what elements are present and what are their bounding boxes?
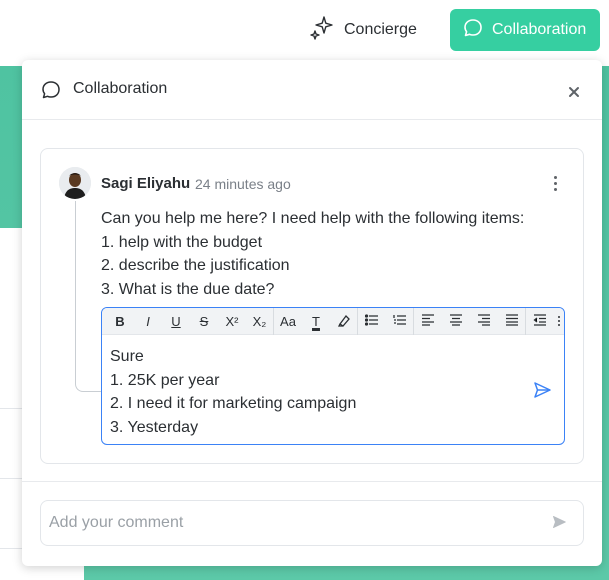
highlight-icon xyxy=(337,313,351,330)
align-center-icon xyxy=(449,313,463,329)
align-right-icon xyxy=(477,313,491,329)
outdent-button[interactable] xyxy=(526,308,554,335)
strikethrough-button[interactable]: S xyxy=(190,308,218,335)
more-options-icon[interactable] xyxy=(545,171,565,195)
comment-card: Sagi Eliyahu 24 minutes ago Can you help… xyxy=(40,148,584,464)
reply-line: Sure xyxy=(110,348,144,365)
comment-line: 3. What is the due date? xyxy=(101,280,275,298)
panel-title: Collaboration xyxy=(73,80,168,97)
comment-author[interactable]: Sagi Eliyahu xyxy=(101,175,190,192)
align-right-button[interactable] xyxy=(470,308,498,335)
bulleted-list-button[interactable] xyxy=(358,308,386,335)
chat-bubble-icon xyxy=(40,79,62,106)
top-bar: Concierge Collaboration xyxy=(0,0,609,62)
reply-text[interactable]: Sure 1. 25K per year 2. I need it for ma… xyxy=(110,345,356,439)
outdent-icon xyxy=(533,313,547,329)
comment-line: Can you help me here? I need help with t… xyxy=(101,210,525,227)
divider xyxy=(22,481,602,482)
comment-body: Can you help me here? I need help with t… xyxy=(101,207,524,301)
collaboration-label: Collaboration xyxy=(492,21,587,38)
panel-header: Collaboration xyxy=(22,60,602,120)
editor-toolbar: B I U S X² X₂ Aa T xyxy=(102,308,564,335)
add-comment-input[interactable] xyxy=(49,511,529,535)
collaboration-button[interactable]: Collaboration xyxy=(450,9,600,51)
align-left-icon xyxy=(421,313,435,329)
text-color-button[interactable]: T xyxy=(302,308,330,335)
reply-line: 2. I need it for marketing campaign xyxy=(110,395,357,412)
avatar xyxy=(59,167,91,199)
send-reply-icon[interactable] xyxy=(532,380,554,402)
bulleted-list-icon xyxy=(364,313,379,329)
concierge-button[interactable]: Concierge xyxy=(300,10,430,50)
numbered-list-button[interactable] xyxy=(386,308,414,335)
superscript-button[interactable]: X² xyxy=(218,308,246,335)
add-comment-box xyxy=(40,500,584,546)
concierge-label: Concierge xyxy=(344,21,417,38)
align-justify-button[interactable] xyxy=(498,308,526,335)
subscript-button[interactable]: X₂ xyxy=(246,308,274,335)
italic-button[interactable]: I xyxy=(134,308,162,335)
numbered-list-icon xyxy=(392,314,407,329)
reply-line: 3. Yesterday xyxy=(110,418,199,436)
send-comment-icon[interactable] xyxy=(551,514,571,534)
sparkle-icon xyxy=(308,14,336,47)
reply-line: 1. 25K per year xyxy=(110,371,220,389)
close-icon[interactable] xyxy=(562,80,586,104)
reply-editor[interactable]: B I U S X² X₂ Aa T Sure 1. 25K per year … xyxy=(101,307,565,445)
comment-timestamp: 24 minutes ago xyxy=(195,176,291,192)
align-center-button[interactable] xyxy=(442,308,470,335)
comment-line: 1. help with the budget xyxy=(101,233,263,251)
font-size-button[interactable]: Aa xyxy=(274,308,302,335)
align-left-button[interactable] xyxy=(414,308,442,335)
bold-button[interactable]: B xyxy=(106,308,134,335)
thread-line xyxy=(75,201,101,392)
more-toolbar-icon[interactable] xyxy=(554,308,564,335)
align-justify-icon xyxy=(505,313,519,329)
collaboration-panel: Collaboration Sagi Eliyahu 24 minutes ag… xyxy=(22,60,602,566)
comment-line: 2. describe the justification xyxy=(101,257,290,274)
underline-button[interactable]: U xyxy=(162,308,190,335)
highlight-color-button[interactable] xyxy=(330,308,358,335)
chat-bubble-icon xyxy=(462,17,484,44)
